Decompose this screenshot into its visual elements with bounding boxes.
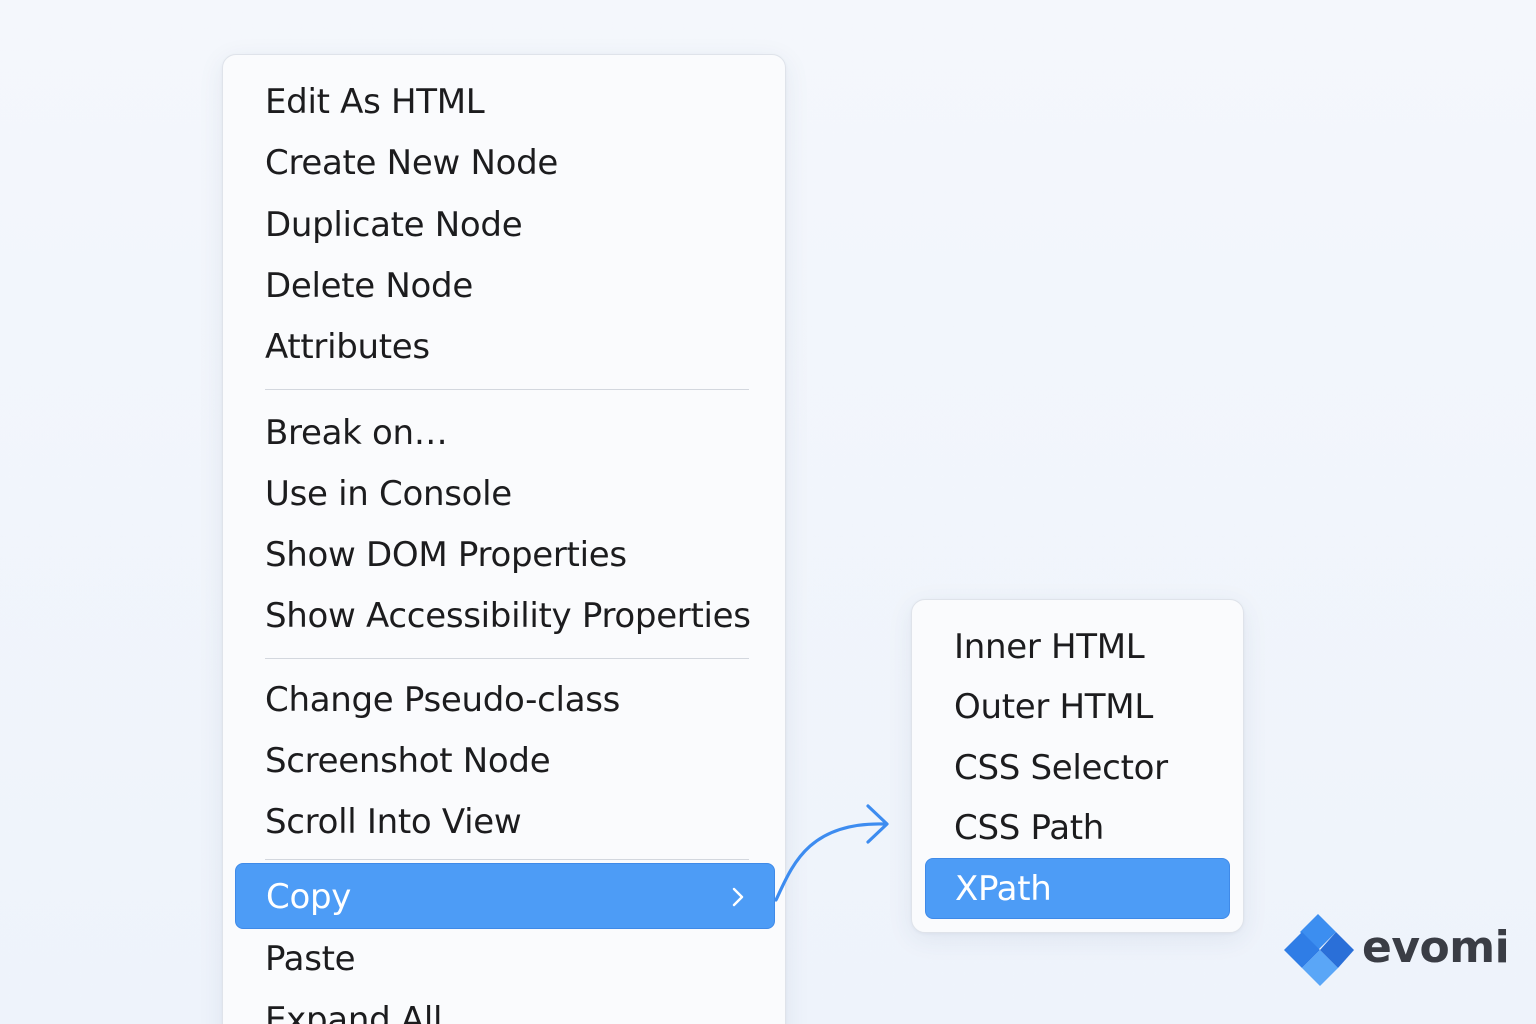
menu-item-show-dom-properties[interactable]: Show DOM Properties [265,525,627,586]
menu-item-copy-label: Copy [266,877,352,917]
menu-divider [265,658,749,659]
menu-item-show-accessibility-properties[interactable]: Show Accessibility Properties [265,586,751,647]
copy-submenu: Inner HTML Outer HTML CSS Selector CSS P… [911,599,1244,933]
menu-item-edit-as-html[interactable]: Edit As HTML [265,72,485,133]
menu-item-duplicate-node[interactable]: Duplicate Node [265,195,523,256]
menu-item-scroll-into-view[interactable]: Scroll Into View [265,792,522,853]
menu-divider [265,389,749,390]
menu-item-expand-all[interactable]: Expand All [265,990,442,1024]
submenu-item-inner-html[interactable]: Inner HTML [954,617,1145,678]
submenu-item-xpath[interactable]: XPath [925,858,1230,919]
submenu-item-outer-html[interactable]: Outer HTML [954,677,1153,738]
menu-item-screenshot-node[interactable]: Screenshot Node [265,731,551,792]
chevron-right-icon [732,887,744,907]
menu-item-delete-node[interactable]: Delete Node [265,256,473,317]
brand-name: evomi [1362,922,1510,973]
menu-item-paste[interactable]: Paste [265,929,356,990]
menu-item-create-new-node[interactable]: Create New Node [265,133,558,194]
menu-item-break-on[interactable]: Break on… [265,403,448,464]
menu-divider [265,859,749,860]
evomi-logo-icon [1284,914,1354,986]
element-context-menu: Edit As HTML Create New Node Duplicate N… [222,54,786,1024]
menu-item-use-in-console[interactable]: Use in Console [265,464,512,525]
menu-item-attributes[interactable]: Attributes [265,317,430,378]
curved-arrow-icon [774,804,889,902]
menu-item-change-pseudo-class[interactable]: Change Pseudo-class [265,670,620,731]
submenu-item-css-path[interactable]: CSS Path [954,798,1104,859]
menu-item-copy[interactable]: Copy [235,863,775,929]
submenu-item-css-selector[interactable]: CSS Selector [954,738,1168,799]
brand-logo: evomi [1280,912,1510,990]
